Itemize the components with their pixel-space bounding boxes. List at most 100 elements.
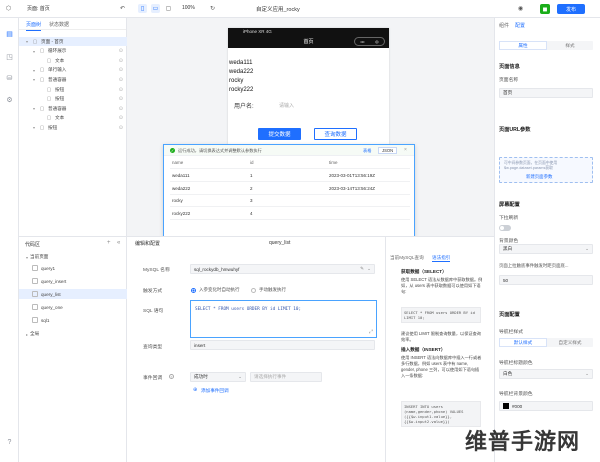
query-item[interactable]: query_list [19, 289, 127, 299]
query-item[interactable]: query1 [19, 263, 127, 273]
tab-config[interactable]: 配置 [515, 22, 525, 29]
nav-text-color-select[interactable]: 白色 ⌄ [499, 369, 593, 379]
mobile-view-icon[interactable]: ▯ [138, 4, 147, 13]
tree-item[interactable]: ▾ ▢ 单行输入 ⊙ [19, 66, 127, 75]
visibility-icon[interactable]: ⊙ [119, 96, 123, 102]
page-selector[interactable]: 页面: 首页 [27, 5, 50, 12]
add-callback-icon[interactable]: ⊕ [193, 387, 197, 393]
tab-syntax-guide[interactable]: 语法指引 [432, 255, 451, 262]
tab-current-mysql[interactable]: 当前MySQL查询 [390, 255, 424, 261]
app-logo-icon[interactable]: ⬡ [4, 4, 13, 13]
refresh-icon[interactable]: ↻ [208, 4, 217, 13]
color-swatch[interactable] [503, 403, 509, 409]
group-global[interactable]: ▸ 全局 [19, 329, 127, 339]
visibility-icon[interactable]: ⊙ [119, 87, 123, 93]
tab-state-data[interactable]: 状态数据 [49, 21, 69, 28]
caret-down-icon[interactable]: ▾ [33, 68, 38, 73]
caret-down-icon: ▾ [26, 254, 29, 260]
tree-item[interactable]: ▾ ▢ 按钮 ⊙ [19, 123, 127, 132]
tab-page-tree[interactable]: 页面树 [26, 21, 42, 31]
pages-icon[interactable]: ▤ [5, 29, 14, 38]
tree-item[interactable]: ▾ ▢ 普通容器 ⊙ [19, 104, 127, 113]
expand-icon[interactable]: ⤢ [369, 329, 373, 335]
close-icon[interactable]: × [404, 147, 407, 153]
segment-properties[interactable]: 属性 [499, 41, 547, 50]
desktop-view-icon[interactable]: ▢ [164, 4, 173, 13]
query-item[interactable]: query_one [19, 302, 127, 312]
tree-item[interactable]: ▢ 文本 ⊙ [19, 114, 127, 123]
event-action-select[interactable]: 请选择执行事件 [250, 372, 322, 382]
settings-icon[interactable]: ⚙ [5, 95, 14, 104]
caret-down-icon[interactable]: ▾ [33, 77, 38, 82]
visibility-icon[interactable]: ⊙ [119, 125, 123, 131]
caret-down-icon[interactable]: ▾ [33, 49, 38, 54]
publish-button[interactable]: 发布 [557, 4, 585, 14]
component-icon: ▢ [46, 86, 52, 93]
tab-component[interactable]: 组件 [499, 22, 509, 29]
add-url-param-button[interactable]: 新建页面参数 [526, 174, 552, 180]
more-icon[interactable]: ••• [360, 39, 364, 44]
reach-bottom-input[interactable]: 50 [499, 275, 593, 285]
mysql-name-label: MySQL 名称 [143, 268, 170, 273]
query-item-label: query1 [41, 265, 56, 271]
bg-color-select[interactable]: 黑白 ⌄ [499, 244, 593, 254]
tree-item[interactable]: ▾ ▢ 循环展示 ⊙ [19, 47, 127, 56]
visibility-icon[interactable]: ⊙ [119, 115, 123, 121]
caret-down-icon[interactable]: ▾ [33, 125, 38, 130]
edit-icon[interactable]: ✎ [360, 266, 364, 272]
preview-icon[interactable]: ◉ [516, 4, 525, 13]
query-data-label: 查询数据 [324, 132, 347, 138]
nav-style-default[interactable]: 默认样式 [499, 338, 547, 347]
tab-table[interactable]: 表格 [360, 147, 374, 154]
add-query-icon[interactable]: + [107, 240, 111, 246]
tree-item-label: 文本 [55, 57, 65, 63]
visibility-icon[interactable]: ⊙ [119, 106, 123, 112]
tree-item[interactable]: ▢ 文本 ⊙ [19, 56, 127, 65]
components-icon[interactable]: ◳ [5, 52, 14, 61]
nav-bg-color-input[interactable]: #000 [499, 401, 593, 411]
tree-item[interactable]: ▢ 按钮 ⊙ [19, 95, 127, 104]
chevron-down-icon: ⌄ [585, 246, 589, 251]
help-icon[interactable]: ? [5, 438, 14, 447]
event-trigger-select[interactable]: 成功时 ⌄ [190, 372, 246, 382]
caret-down-icon[interactable]: ▾ [26, 39, 31, 44]
tree-item[interactable]: ▾ ▢ 普通容器 ⊙ [19, 75, 127, 84]
username-input[interactable]: 请输入 [279, 102, 294, 109]
undo-icon[interactable]: ↶ [118, 4, 127, 13]
visibility-icon[interactable]: ⊙ [119, 48, 123, 54]
submit-data-button[interactable]: 提交数据 [258, 128, 301, 140]
nav-style-label: 导航栏样式 [499, 330, 523, 335]
wechat-preview-button[interactable]: ◼ [540, 4, 550, 14]
publish-label: 发布 [565, 6, 576, 13]
data-source-icon[interactable]: ⛁ [5, 73, 14, 82]
segment-styles[interactable]: 样式 [547, 41, 593, 50]
caret-down-icon[interactable]: ▾ [33, 106, 38, 111]
visibility-icon[interactable]: ⊙ [119, 58, 123, 64]
trigger-manual-radio[interactable] [251, 288, 256, 293]
collapse-icon[interactable]: « [117, 240, 120, 246]
close-icon[interactable]: ◎ [375, 39, 379, 44]
mini-program-capsule[interactable]: ••• ◎ [354, 37, 385, 46]
zoom-select[interactable]: 100% [182, 5, 195, 11]
sql-editor[interactable]: SELECT * FROM users ORDER BY id LIMIT 10… [190, 300, 377, 338]
list-item: rocky [229, 78, 244, 84]
visibility-icon[interactable]: ⊙ [119, 67, 123, 73]
tab-json[interactable]: JSON [378, 147, 398, 154]
mysql-name-select[interactable]: sql_rockydb_hmwuhyf ✎ ⌄ [190, 264, 375, 274]
visibility-icon[interactable]: ⊙ [119, 77, 123, 83]
component-icon: ▢ [39, 76, 45, 83]
pull-refresh-toggle[interactable] [499, 225, 511, 231]
component-icon: ▢ [39, 124, 45, 131]
page-name-input[interactable]: 首页 [499, 88, 593, 98]
tablet-view-icon[interactable]: ▭ [151, 4, 160, 13]
tree-item[interactable]: ▾ ▢ 页面 - 首页 [19, 37, 127, 46]
nav-style-custom[interactable]: 自定义样式 [547, 338, 593, 347]
query-data-button[interactable]: 查询数据 [314, 128, 357, 140]
trigger-auto-radio[interactable] [191, 288, 196, 293]
query-item[interactable]: sql1 [19, 315, 127, 325]
query-type-input[interactable]: insert [190, 340, 375, 350]
group-current-page[interactable]: ▾ 当前页面 [19, 252, 127, 262]
query-item[interactable]: query_insert [19, 276, 127, 286]
tree-item[interactable]: ▢ 按钮 ⊙ [19, 85, 127, 94]
add-callback-link[interactable]: 添加事件回调 [201, 388, 229, 394]
